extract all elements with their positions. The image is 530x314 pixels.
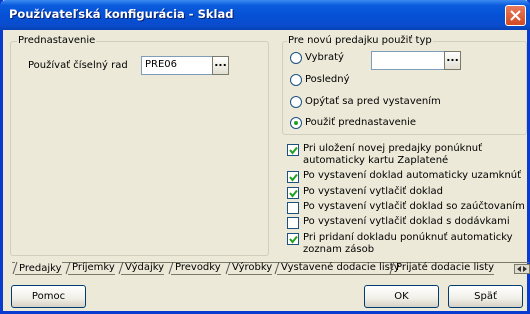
checkbox-label: Pri uložení novej predajky ponúknuť auto… xyxy=(303,143,483,166)
typ-radio-label: Použiť prednastavenie xyxy=(305,117,417,128)
tab-divider-wrap xyxy=(225,261,231,278)
tab-divider-wrap xyxy=(12,261,18,278)
typ-radio-label: Opýtať sa pred vystavením xyxy=(305,96,441,107)
tab-3[interactable]: Prevodky xyxy=(171,262,221,275)
checkbox-3[interactable] xyxy=(287,202,299,214)
typ-radio-2[interactable] xyxy=(290,96,302,108)
tab-divider xyxy=(168,261,174,275)
check-icon xyxy=(289,189,298,198)
tab-divider-wrap xyxy=(65,261,71,278)
tab-divider xyxy=(118,261,124,275)
cisleny-rad-input[interactable]: PRE06 xyxy=(141,56,213,75)
radio-dot xyxy=(294,121,298,125)
tab-0[interactable]: Predajky xyxy=(15,262,62,275)
ok-button[interactable]: OK xyxy=(364,285,439,308)
tab-divider-wrap xyxy=(389,261,395,278)
tab-2[interactable]: Výdajky xyxy=(121,262,165,275)
tab-5[interactable]: Vystavené dodacie listy xyxy=(277,262,400,275)
checkbox-label: Po vystavení vytlačiť doklad so zaúčtova… xyxy=(303,201,525,212)
prednastavenie-group: Prednastavenie Používať číselný rad PRE0… xyxy=(10,35,269,256)
typ-browse-button[interactable]: ... xyxy=(444,51,461,70)
dialog-window: Používateľská konfigurácia - Sklad Predn… xyxy=(0,0,530,314)
prednastavenie-legend: Prednastavenie xyxy=(17,35,97,46)
tab-divider xyxy=(274,261,280,275)
tab-6[interactable]: Prijaté dodacie listy xyxy=(392,262,495,275)
tab-4[interactable]: Výrobky xyxy=(228,262,273,275)
tab-divider xyxy=(225,261,231,275)
typ-radio-1[interactable] xyxy=(290,74,302,86)
tab-scroll-arrows-icon xyxy=(517,266,527,272)
tab-1[interactable]: Príjemky xyxy=(68,262,115,275)
checkbox-2[interactable] xyxy=(287,187,299,199)
checkbox-1[interactable] xyxy=(287,171,299,183)
checkbox-label: Pri pridaní dokladu ponúknuť automaticky… xyxy=(303,232,513,255)
typ-radio-0[interactable] xyxy=(290,52,302,64)
checkbox-4[interactable] xyxy=(287,217,299,229)
tab-divider-wrap xyxy=(168,261,174,278)
check-icon xyxy=(289,235,298,244)
check-icon xyxy=(289,146,298,155)
tab-divider-wrap xyxy=(118,261,124,278)
window-title: Používateľská konfigurácia - Sklad xyxy=(9,7,234,21)
close-icon xyxy=(510,10,521,21)
checkbox-5[interactable] xyxy=(287,233,299,245)
typ-legend: Pre novú predajku použiť typ xyxy=(287,35,433,46)
checkbox-label: Po vystavení vytlačiť doklad xyxy=(303,186,443,197)
tab-divider xyxy=(12,261,18,275)
title-bar: Používateľská konfigurácia - Sklad xyxy=(0,0,530,30)
back-button[interactable]: Späť xyxy=(448,285,523,308)
tab-divider-wrap xyxy=(274,261,280,278)
checkbox-0[interactable] xyxy=(287,144,299,156)
typ-radio-label: Posledný xyxy=(305,74,350,85)
tab-scroll-arrows[interactable] xyxy=(514,264,530,274)
typ-radio-label: Vybratý xyxy=(305,52,344,63)
cisleny-rad-browse-button[interactable]: ... xyxy=(212,56,229,75)
checkbox-label: Po vystavení vytlačiť doklad s dodávkami xyxy=(303,216,510,227)
close-button[interactable] xyxy=(505,5,526,26)
typ-radio-3[interactable] xyxy=(290,117,302,129)
tab-divider xyxy=(389,261,395,275)
tab-divider xyxy=(65,261,71,275)
cisleny-rad-label: Používať číselný rad xyxy=(28,60,128,71)
typ-input[interactable] xyxy=(371,51,445,70)
check-icon xyxy=(289,173,298,182)
checkbox-label: Po vystavení doklad automaticky uzamknúť xyxy=(303,170,522,181)
help-button[interactable]: Pomoc xyxy=(11,285,86,308)
